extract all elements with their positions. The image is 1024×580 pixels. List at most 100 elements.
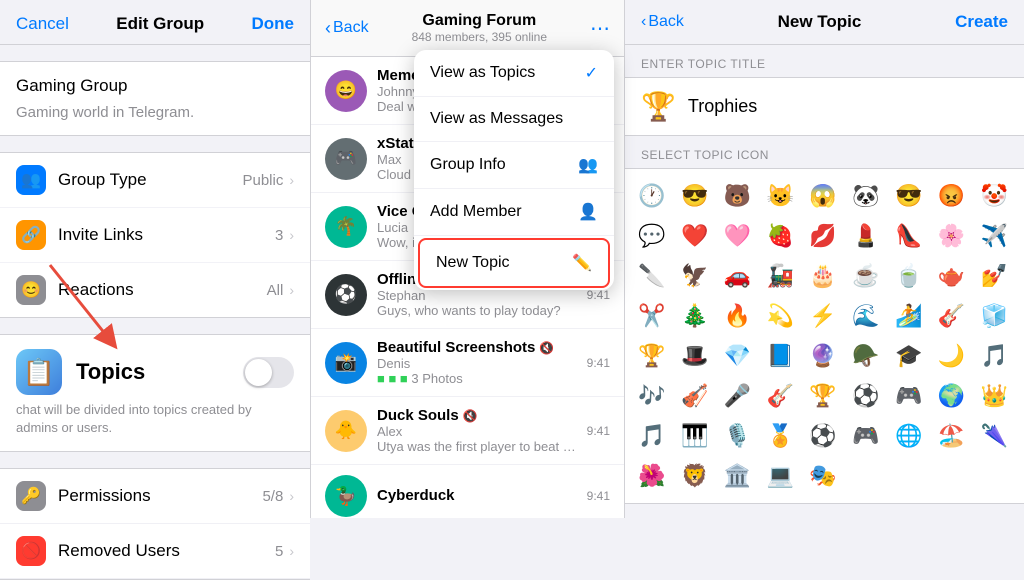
back-button[interactable]: ‹ Back <box>325 18 369 39</box>
emoji-cell[interactable]: 🐻 <box>719 177 757 215</box>
emoji-cell[interactable]: 🌐 <box>890 417 928 455</box>
emoji-cell[interactable]: 👠 <box>890 217 928 255</box>
create-button[interactable]: Create <box>955 12 1008 32</box>
topics-toggle[interactable] <box>243 357 294 388</box>
permissions-icon: 🔑 <box>16 481 46 511</box>
emoji-cell[interactable]: 🚂 <box>761 257 799 295</box>
emoji-cell[interactable]: 🍵 <box>890 257 928 295</box>
emoji-cell[interactable]: 🐼 <box>847 177 885 215</box>
topic-item-cyberduck[interactable]: 🦆 Cyberduck 9:41 <box>311 465 624 518</box>
emoji-cell[interactable]: 🏆 <box>804 377 842 415</box>
dropdown-view-topics[interactable]: View as Topics ✓ <box>414 50 614 97</box>
emoji-cell[interactable]: 🏄 <box>890 297 928 335</box>
emoji-cell[interactable]: 🌊 <box>847 297 885 335</box>
emoji-cell[interactable]: 😺 <box>761 177 799 215</box>
new-topic-back-button[interactable]: ‹ Back <box>641 13 684 31</box>
group-name[interactable]: Gaming Group <box>16 76 294 96</box>
trophy-icon: 🏆 <box>641 90 676 123</box>
emoji-cell[interactable]: 🌙 <box>932 337 970 375</box>
group-type-row[interactable]: 👥 Group Type Public › <box>0 153 310 208</box>
emoji-cell[interactable]: 🎶 <box>633 377 671 415</box>
emoji-cell[interactable]: 🚗 <box>719 257 757 295</box>
emoji-cell[interactable]: 🪖 <box>847 337 885 375</box>
emoji-cell[interactable]: 😱 <box>804 177 842 215</box>
emoji-cell[interactable]: 🎸 <box>761 377 799 415</box>
topic-content: Cyberduck <box>377 487 581 505</box>
emoji-cell[interactable]: 🎂 <box>804 257 842 295</box>
done-button[interactable]: Done <box>252 14 295 34</box>
emoji-cell[interactable]: 🎵 <box>633 417 671 455</box>
emoji-cell[interactable]: 🫖 <box>932 257 970 295</box>
emoji-cell[interactable]: ❤️ <box>676 217 714 255</box>
more-options-button[interactable]: ⋯ <box>590 16 610 41</box>
emoji-cell[interactable]: 💫 <box>761 297 799 335</box>
emoji-cell[interactable]: 🩷 <box>719 217 757 255</box>
emoji-cell[interactable]: 🌍 <box>932 377 970 415</box>
emoji-cell[interactable]: 🕐 <box>633 177 671 215</box>
emoji-cell[interactable]: 🍓 <box>761 217 799 255</box>
emoji-cell[interactable]: 🔥 <box>719 297 757 335</box>
new-topic-header: ‹ Back New Topic Create <box>625 0 1024 45</box>
emoji-cell[interactable]: 🎙️ <box>719 417 757 455</box>
emoji-cell[interactable]: 💎 <box>719 337 757 375</box>
emoji-cell[interactable]: 💄 <box>847 217 885 255</box>
emoji-cell[interactable]: ⚽ <box>804 417 842 455</box>
emoji-cell[interactable]: 😎 <box>676 177 714 215</box>
emoji-cell[interactable]: 😡 <box>932 177 970 215</box>
invite-links-row[interactable]: 🔗 Invite Links 3 › <box>0 208 310 263</box>
cancel-button[interactable]: Cancel <box>16 14 69 34</box>
emoji-cell[interactable]: 👑 <box>975 377 1013 415</box>
emoji-cell[interactable]: 💋 <box>804 217 842 255</box>
emoji-cell[interactable]: 🏖️ <box>932 417 970 455</box>
topic-meta: Alex <box>377 424 581 439</box>
emoji-cell[interactable]: 📘 <box>761 337 799 375</box>
emoji-cell[interactable]: ⚡ <box>804 297 842 335</box>
emoji-cell[interactable]: 🏛️ <box>719 457 757 495</box>
emoji-cell[interactable]: 🤡 <box>975 177 1013 215</box>
removed-users-row[interactable]: 🚫 Removed Users 5 › <box>0 524 310 579</box>
emoji-cell[interactable]: ☕ <box>847 257 885 295</box>
emoji-cell[interactable]: 🏅 <box>761 417 799 455</box>
emoji-cell[interactable]: 🌺 <box>633 457 671 495</box>
emoji-cell[interactable]: 🎹 <box>676 417 714 455</box>
emoji-cell[interactable]: ✂️ <box>633 297 671 335</box>
emoji-cell[interactable]: 😎 <box>890 177 928 215</box>
emoji-cell[interactable]: 🎵 <box>975 337 1013 375</box>
reactions-row[interactable]: 😊 Reactions All › <box>0 263 310 317</box>
emoji-cell[interactable]: 🎮 <box>890 377 928 415</box>
dropdown-add-member[interactable]: Add Member 👤 <box>414 189 614 236</box>
emoji-cell[interactable]: 🔮 <box>804 337 842 375</box>
emoji-cell[interactable]: ✈️ <box>975 217 1013 255</box>
emoji-cell[interactable]: 🏆 <box>633 337 671 375</box>
emoji-cell[interactable]: 💻 <box>761 457 799 495</box>
emoji-cell[interactable]: 💅 <box>975 257 1013 295</box>
emoji-cell[interactable]: 🎮 <box>847 417 885 455</box>
mute-icon: 🔇 <box>539 341 554 355</box>
emoji-cell[interactable]: 🦁 <box>676 457 714 495</box>
emoji-cell[interactable]: ⚽ <box>847 377 885 415</box>
emoji-cell[interactable]: 🎄 <box>676 297 714 335</box>
dropdown-view-messages[interactable]: View as Messages <box>414 97 614 142</box>
emoji-cell[interactable]: 🧊 <box>975 297 1013 335</box>
removed-users-icon: 🚫 <box>16 536 46 566</box>
topic-content: Duck Souls 🔇 Alex Utya was the first pla… <box>377 407 581 454</box>
dropdown-group-info[interactable]: Group Info 👥 <box>414 142 614 189</box>
chevron-icon: › <box>289 543 294 559</box>
topic-item-screenshots[interactable]: 📸 Beautiful Screenshots 🔇 Denis ■ ■ ■ 3 … <box>311 329 624 397</box>
topic-item-ducksouls[interactable]: 🐥 Duck Souls 🔇 Alex Utya was the first p… <box>311 397 624 465</box>
permissions-row[interactable]: 🔑 Permissions 5/8 › <box>0 469 310 524</box>
emoji-cell[interactable]: 🌂 <box>975 417 1013 455</box>
emoji-cell[interactable]: 🎓 <box>890 337 928 375</box>
emoji-cell[interactable]: 🦅 <box>676 257 714 295</box>
topic-title-input-row[interactable]: 🏆 Trophies <box>625 77 1024 136</box>
emoji-cell[interactable]: 🌸 <box>932 217 970 255</box>
group-settings-section: 👥 Group Type Public › 🔗 Invite Links 3 ›… <box>0 152 310 318</box>
emoji-cell[interactable]: 🎤 <box>719 377 757 415</box>
emoji-cell[interactable]: 🔪 <box>633 257 671 295</box>
emoji-cell[interactable]: 🎻 <box>676 377 714 415</box>
emoji-cell[interactable]: 🎭 <box>804 457 842 495</box>
emoji-cell[interactable]: 🎩 <box>676 337 714 375</box>
dropdown-new-topic[interactable]: New Topic ✏️ <box>418 238 610 288</box>
emoji-cell[interactable]: 💬 <box>633 217 671 255</box>
emoji-cell[interactable]: 🎸 <box>932 297 970 335</box>
